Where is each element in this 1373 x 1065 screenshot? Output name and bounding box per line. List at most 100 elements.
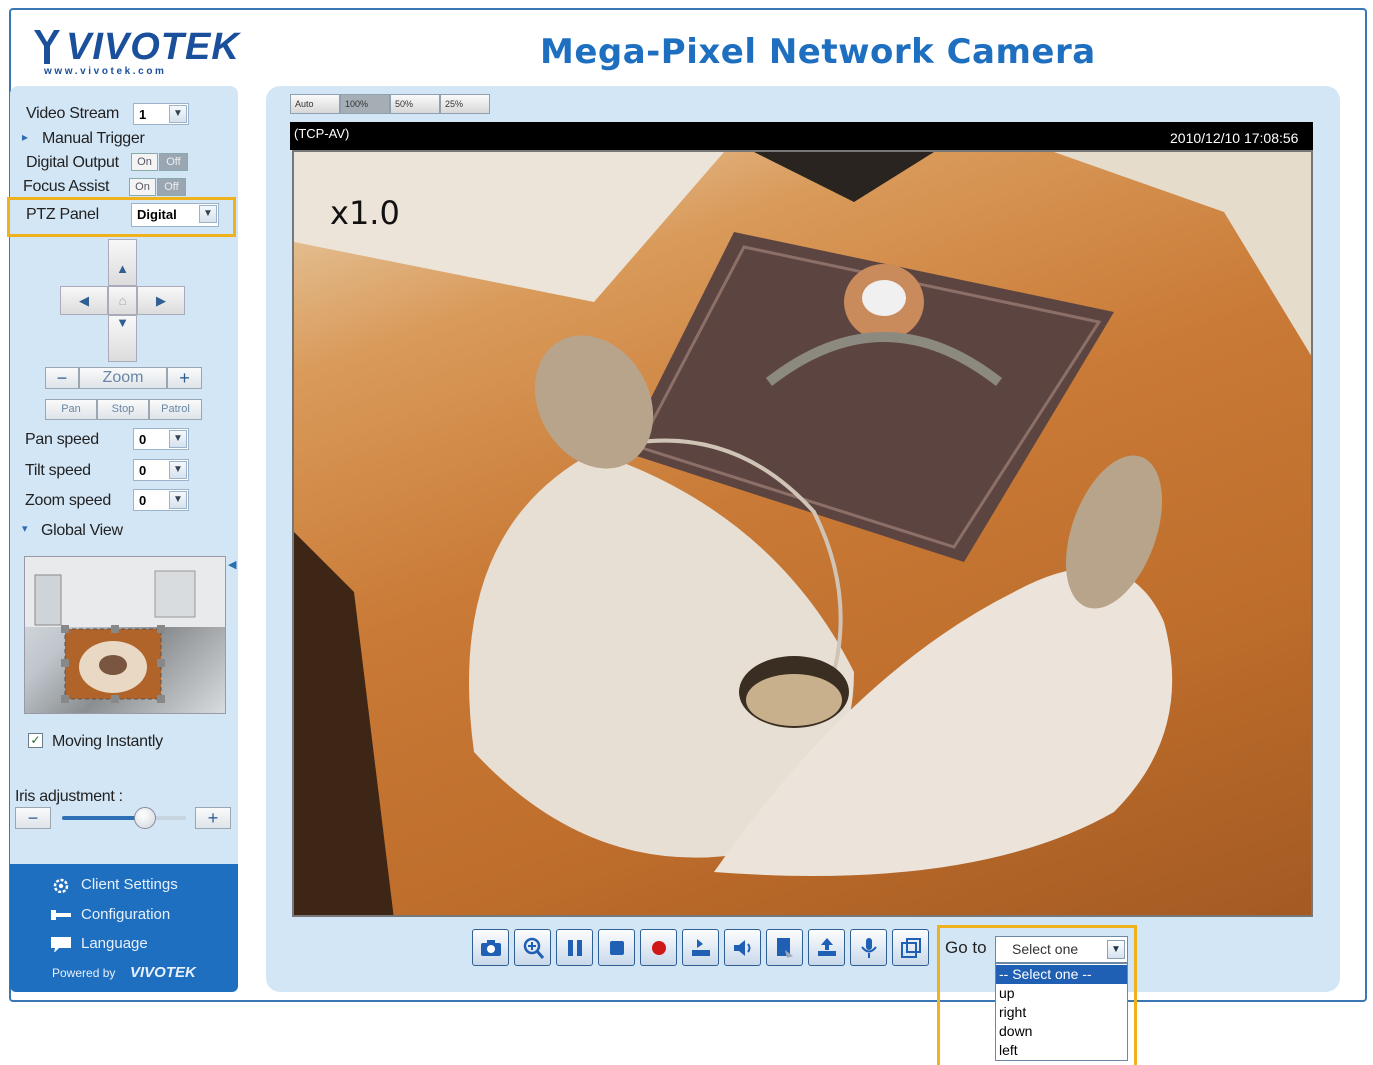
ptz-panel-highlight (7, 197, 236, 237)
pan-right-button[interactable]: ▶ (137, 286, 185, 315)
zoom-speed-select[interactable]: 0 ▼ (133, 489, 189, 511)
arrow-down-icon: ▼ (116, 315, 129, 330)
goto-option[interactable]: right (996, 1003, 1127, 1022)
zoom-speed-value: 0 (139, 493, 147, 508)
logo-mark-icon (34, 30, 60, 64)
pan-speed-label: Pan speed (25, 431, 99, 448)
stream-mode-label: (TCP-AV) (294, 126, 350, 141)
vivotek-logo: VIVOTEK www.vivotek.com (32, 26, 239, 78)
volume-button[interactable] (682, 929, 719, 966)
chevron-down-icon: ▼ (169, 491, 187, 509)
goto-label: Go to (945, 938, 987, 957)
record-button[interactable] (640, 929, 677, 966)
video-stream-value: 1 (139, 107, 147, 122)
manual-trigger-toggle[interactable]: Manual Trigger (42, 130, 145, 148)
iris-adjustment-label: Iris adjustment : (15, 788, 123, 805)
zoom-speed-label: Zoom speed (25, 492, 111, 509)
chevron-down-icon: ▾ (22, 523, 28, 535)
talk-icon (777, 938, 793, 958)
focus-assist-on-button[interactable]: On (129, 178, 156, 196)
tilt-speed-value: 0 (139, 463, 147, 478)
upload-icon (818, 938, 836, 956)
fullscreen-icon (901, 938, 921, 958)
microphone-icon (861, 938, 877, 958)
iris-plus-button[interactable]: + (195, 807, 231, 829)
pause-icon (568, 940, 582, 956)
pan-button[interactable]: Pan (45, 399, 97, 420)
patrol-button[interactable]: Patrol (149, 399, 202, 420)
client-settings-link[interactable]: Client Settings (81, 876, 178, 893)
digital-output-on-button[interactable]: On (131, 153, 158, 171)
configuration-link[interactable]: Configuration (81, 906, 170, 923)
pause-button[interactable] (556, 929, 593, 966)
digital-output-label: Digital Output (26, 154, 119, 171)
goto-option[interactable]: -- Select one -- (996, 965, 1127, 984)
camera-scene (294, 152, 1311, 915)
stop-stream-button[interactable] (598, 929, 635, 966)
collapse-arrow-icon[interactable]: ◀ (228, 558, 236, 571)
chevron-down-icon: ▼ (1107, 940, 1125, 959)
iris-minus-button[interactable]: − (15, 807, 51, 829)
size-100-button[interactable]: 100% (340, 94, 390, 114)
goto-dropdown-list: -- Select one -- up right down left (995, 963, 1128, 1061)
tilt-up-button[interactable]: ▲ (108, 239, 137, 286)
goto-option[interactable]: up (996, 984, 1127, 1003)
iris-slider-fill (62, 816, 144, 820)
zoom-in-button[interactable]: + (167, 367, 202, 389)
speaker-button[interactable] (724, 929, 761, 966)
wrench-icon (51, 910, 71, 920)
arrow-right-icon: ▶ (156, 293, 166, 308)
zoom-out-button[interactable]: − (45, 367, 79, 389)
speaker-icon (734, 940, 751, 956)
stop-button[interactable]: Stop (97, 399, 149, 420)
talk-button[interactable] (766, 929, 803, 966)
microphone-button[interactable] (850, 929, 887, 966)
fullscreen-button[interactable] (892, 929, 929, 966)
home-button[interactable]: ⌂ (108, 286, 137, 315)
tilt-down-button[interactable]: ▼ (108, 315, 137, 362)
live-video-view[interactable] (292, 150, 1313, 917)
tilt-speed-select[interactable]: 0 ▼ (133, 459, 189, 481)
speech-bubble-icon (51, 937, 71, 952)
snapshot-button[interactable] (472, 929, 509, 966)
pan-speed-select[interactable]: 0 ▼ (133, 428, 189, 450)
chevron-down-icon: ▼ (169, 430, 187, 448)
moving-instantly-label: Moving Instantly (52, 733, 163, 750)
volume-in-icon (692, 939, 710, 956)
video-info-bar (290, 122, 1313, 150)
iris-slider-handle[interactable] (134, 807, 156, 829)
chevron-down-icon: ▼ (169, 461, 187, 479)
logo-wordmark: VIVOTEK (66, 26, 240, 68)
powered-by-label: Powered by (52, 966, 116, 980)
digital-zoom-icon (523, 937, 545, 959)
global-view-scene (25, 557, 225, 703)
size-50-button[interactable]: 50% (390, 94, 440, 114)
global-view-toggle[interactable]: Global View (41, 522, 123, 540)
goto-preset-select[interactable]: Select one ▼ (995, 936, 1128, 963)
global-view-thumbnail[interactable] (24, 556, 226, 714)
language-link[interactable]: Language (81, 935, 148, 952)
size-25-button[interactable]: 25% (440, 94, 490, 114)
pan-left-button[interactable]: ◀ (60, 286, 108, 315)
home-icon: ⌂ (118, 293, 127, 308)
tilt-speed-label: Tilt speed (25, 462, 91, 479)
focus-assist-off-button[interactable]: Off (157, 178, 186, 196)
arrow-up-icon: ▲ (116, 261, 129, 276)
size-auto-button[interactable]: Auto (290, 94, 340, 114)
goto-option[interactable]: down (996, 1022, 1127, 1041)
gear-icon (53, 878, 69, 893)
digital-zoom-button[interactable] (514, 929, 551, 966)
chevron-right-icon: ▸ (22, 130, 28, 144)
snapshot-icon (481, 940, 501, 956)
video-timestamp: 2010/12/10 17:08:56 (1170, 130, 1299, 146)
record-icon (652, 941, 666, 955)
moving-instantly-checkbox[interactable]: ✓ (28, 733, 43, 748)
digital-output-off-button[interactable]: Off (159, 153, 188, 171)
video-stream-label: Video Stream (26, 105, 120, 122)
powered-by-logo: VIVOTEK (130, 964, 196, 981)
zoom-label: Zoom (79, 367, 167, 389)
arrow-left-icon: ◀ (79, 293, 89, 308)
goto-option[interactable]: left (996, 1041, 1127, 1060)
upload-button[interactable] (808, 929, 845, 966)
video-stream-select[interactable]: 1 ▼ (133, 103, 189, 125)
